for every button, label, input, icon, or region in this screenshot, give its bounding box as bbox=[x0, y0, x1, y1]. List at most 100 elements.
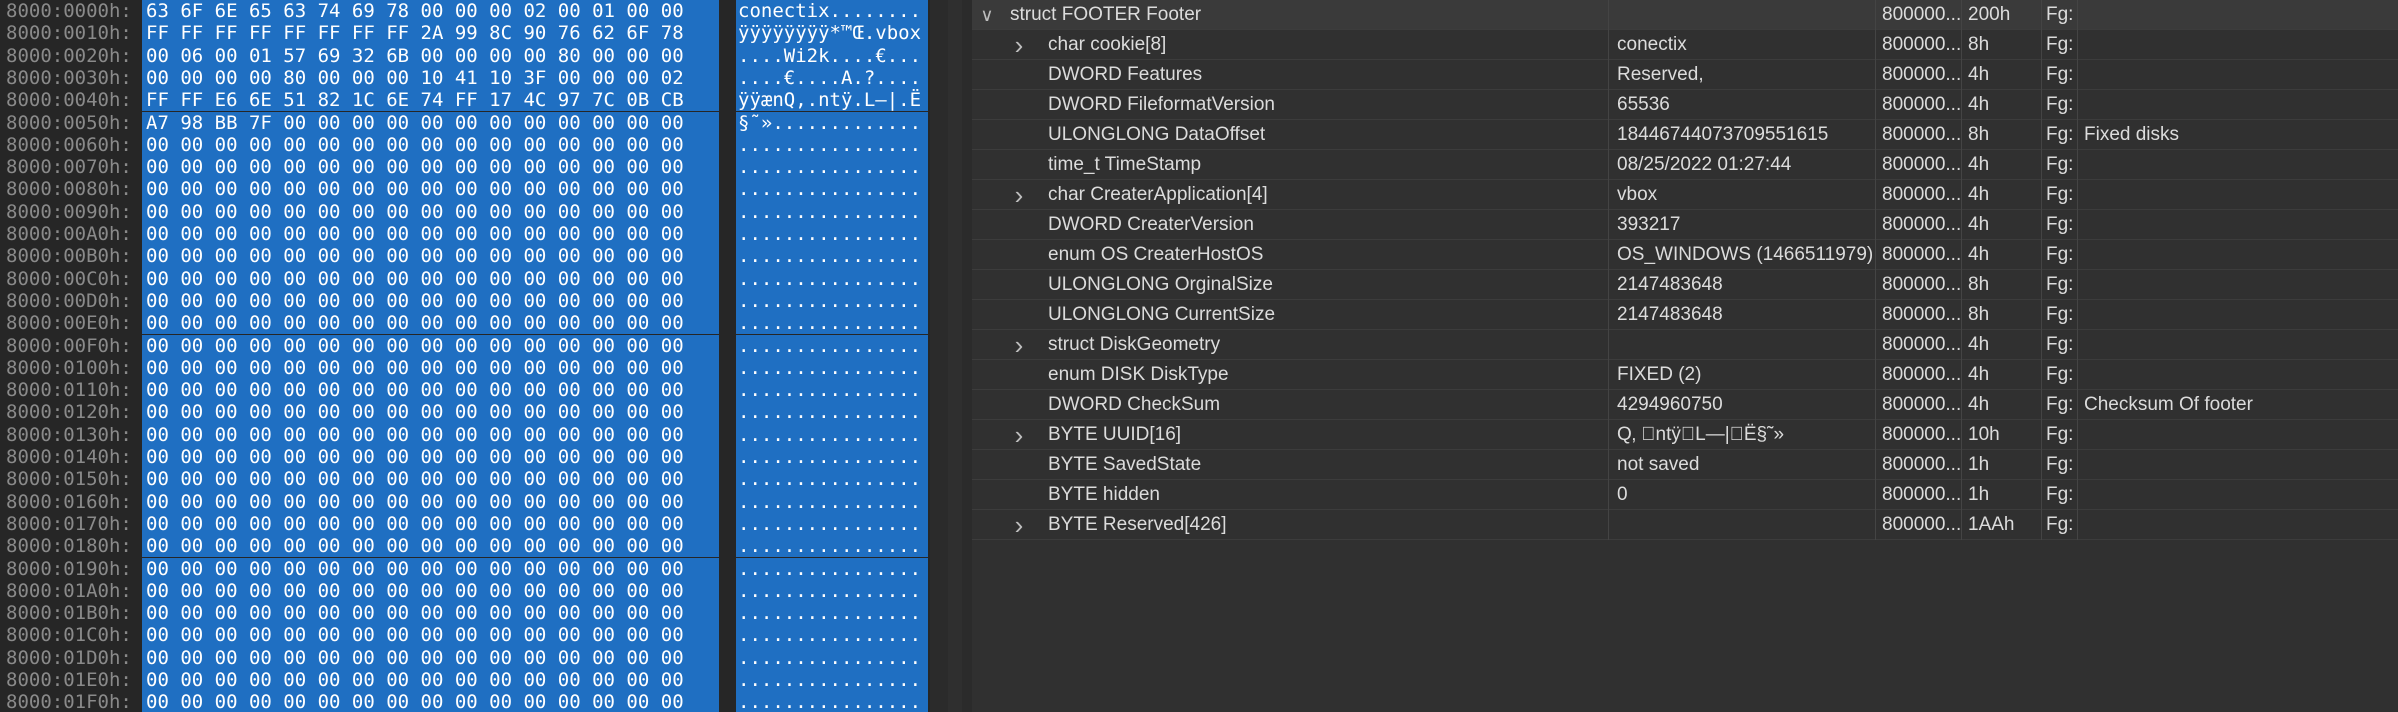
hex-ascii[interactable]: ................ bbox=[736, 579, 928, 603]
hex-row[interactable]: 8000:00D0h: 00 00 00 00 00 00 00 00 00 00… bbox=[0, 289, 930, 313]
hex-row[interactable]: 8000:0060h: 00 00 00 00 00 00 00 00 00 00… bbox=[0, 133, 930, 157]
hex-bytes[interactable]: 00 00 00 00 00 00 00 00 00 00 00 00 00 0… bbox=[142, 490, 719, 513]
hex-ascii[interactable]: conectix........ bbox=[736, 0, 928, 23]
hex-row[interactable]: 8000:0100h: 00 00 00 00 00 00 00 00 00 00… bbox=[0, 356, 930, 380]
hex-bytes[interactable]: 00 06 00 01 57 69 32 6B 00 00 00 00 80 0… bbox=[142, 44, 719, 67]
template-row[interactable]: › BYTE UUID[16] Q‚  ntÿ L—| Ë§˜» 800000... 1… bbox=[972, 420, 2398, 450]
hex-bytes[interactable]: 00 00 00 00 00 00 00 00 00 00 00 00 00 0… bbox=[142, 423, 719, 446]
template-row[interactable]: DWORD FileformatVersion 65536 800000... 4h F… bbox=[972, 90, 2398, 120]
chevron-right-icon[interactable]: › bbox=[1008, 330, 1030, 360]
hex-row[interactable]: 8000:00E0h: 00 00 00 00 00 00 00 00 00 00… bbox=[0, 312, 930, 335]
template-row[interactable]: DWORD CreaterVersion 393217 800000... 4h Fg: bbox=[972, 210, 2398, 240]
template-row[interactable]: › char cookie[8] conectix 800000... 8h Fg: bbox=[972, 30, 2398, 60]
hex-row[interactable]: 8000:0140h: 00 00 00 00 00 00 00 00 00 00… bbox=[0, 446, 930, 469]
hex-bytes[interactable]: 00 00 00 00 00 00 00 00 00 00 00 00 00 0… bbox=[142, 223, 719, 246]
hex-ascii[interactable]: ................ bbox=[736, 512, 928, 536]
hex-ascii[interactable]: ................ bbox=[736, 178, 928, 201]
hex-row[interactable]: 8000:0080h: 00 00 00 00 00 00 00 00 00 00… bbox=[0, 178, 930, 201]
hex-row[interactable]: 8000:01E0h: 00 00 00 00 00 00 00 00 00 00… bbox=[0, 669, 930, 692]
hex-bytes[interactable]: 00 00 00 00 00 00 00 00 00 00 00 00 00 0… bbox=[142, 512, 719, 536]
hex-bytes[interactable]: 00 00 00 00 00 00 00 00 00 00 00 00 00 0… bbox=[142, 312, 719, 335]
hex-ascii[interactable]: ................ bbox=[736, 646, 928, 669]
hex-row[interactable]: 8000:0110h: 00 00 00 00 00 00 00 00 00 00… bbox=[0, 379, 930, 402]
hex-row[interactable]: 8000:0120h: 00 00 00 00 00 00 00 00 00 00… bbox=[0, 401, 930, 424]
template-row[interactable]: BYTE hidden 0 800000... 1h Fg: bbox=[972, 480, 2398, 510]
hex-ascii[interactable]: ................ bbox=[736, 691, 928, 712]
hex-bytes[interactable]: 00 00 00 00 00 00 00 00 00 00 00 00 00 0… bbox=[142, 245, 719, 268]
template-row[interactable]: DWORD Features Reserved, 800000... 4h Fg: bbox=[972, 60, 2398, 90]
hex-row[interactable]: 8000:0190h: 00 00 00 00 00 00 00 00 00 00… bbox=[0, 557, 930, 580]
hex-bytes[interactable]: 00 00 00 00 00 00 00 00 00 00 00 00 00 0… bbox=[142, 289, 719, 313]
chevron-down-icon[interactable]: ∨ bbox=[976, 0, 998, 30]
hex-ascii[interactable]: ÿÿænQ‚.ntÿ.L—|.Ë bbox=[736, 89, 928, 112]
hex-row[interactable]: 8000:0150h: 00 00 00 00 00 00 00 00 00 00… bbox=[0, 468, 930, 491]
hex-row[interactable]: 8000:0170h: 00 00 00 00 00 00 00 00 00 00… bbox=[0, 512, 930, 536]
template-row[interactable]: › char CreaterApplication[4] vbox 800000...… bbox=[972, 180, 2398, 210]
hex-ascii[interactable]: ................ bbox=[736, 669, 928, 692]
hex-ascii[interactable]: ................ bbox=[736, 535, 928, 558]
hex-scrollbar[interactable] bbox=[948, 0, 962, 712]
hex-ascii[interactable]: ................ bbox=[736, 334, 928, 357]
hex-bytes[interactable]: 00 00 00 00 00 00 00 00 00 00 00 00 00 0… bbox=[142, 691, 719, 712]
hex-row[interactable]: 8000:0020h: 00 06 00 01 57 69 32 6B 00 00… bbox=[0, 44, 930, 67]
hex-bytes[interactable]: 00 00 00 00 00 00 00 00 00 00 00 00 00 0… bbox=[142, 401, 719, 424]
hex-ascii[interactable]: §˜»............. bbox=[736, 111, 928, 134]
template-row[interactable]: ULONGLONG OrginalSize 2147483648 800000...… bbox=[972, 270, 2398, 300]
hex-row[interactable]: 8000:00C0h: 00 00 00 00 00 00 00 00 00 00… bbox=[0, 267, 930, 290]
hex-ascii[interactable]: ................ bbox=[736, 468, 928, 491]
hex-bytes[interactable]: 00 00 00 00 00 00 00 00 00 00 00 00 00 0… bbox=[142, 267, 719, 290]
hex-ascii[interactable]: ....Wi2k....€... bbox=[736, 44, 928, 67]
hex-bytes[interactable]: 00 00 00 00 00 00 00 00 00 00 00 00 00 0… bbox=[142, 669, 719, 692]
hex-bytes[interactable]: 00 00 00 00 00 00 00 00 00 00 00 00 00 0… bbox=[142, 379, 719, 402]
hex-bytes[interactable]: 00 00 00 00 00 00 00 00 00 00 00 00 00 0… bbox=[142, 468, 719, 491]
hex-row[interactable]: 8000:0090h: 00 00 00 00 00 00 00 00 00 00… bbox=[0, 200, 930, 223]
hex-bytes[interactable]: 00 00 00 00 00 00 00 00 00 00 00 00 00 0… bbox=[142, 646, 719, 669]
hex-ascii[interactable]: ................ bbox=[736, 379, 928, 402]
hex-bytes[interactable]: 00 00 00 00 00 00 00 00 00 00 00 00 00 0… bbox=[142, 156, 719, 179]
template-row[interactable]: DWORD CheckSum 4294960750 800000... 4h Fg: Ch… bbox=[972, 390, 2398, 420]
hex-row[interactable]: 8000:0130h: 00 00 00 00 00 00 00 00 00 00… bbox=[0, 423, 930, 446]
hex-row[interactable]: 8000:01F0h: 00 00 00 00 00 00 00 00 00 00… bbox=[0, 691, 930, 712]
hex-row[interactable]: 8000:0040h: FF FF E6 6E 51 82 1C 6E 74 FF… bbox=[0, 89, 930, 112]
template-row[interactable]: ULONGLONG CurrentSize 2147483648 800000...… bbox=[972, 300, 2398, 330]
chevron-right-icon[interactable]: › bbox=[1008, 510, 1030, 540]
hex-row[interactable]: 8000:00A0h: 00 00 00 00 00 00 00 00 00 00… bbox=[0, 223, 930, 246]
chevron-right-icon[interactable]: › bbox=[1008, 180, 1030, 210]
hex-row[interactable]: 8000:0070h: 00 00 00 00 00 00 00 00 00 00… bbox=[0, 156, 930, 179]
hex-bytes[interactable]: 63 6F 6E 65 63 74 69 78 00 00 00 02 00 0… bbox=[142, 0, 719, 23]
hex-bytes[interactable]: 00 00 00 00 00 00 00 00 00 00 00 00 00 0… bbox=[142, 535, 719, 558]
chevron-right-icon[interactable]: › bbox=[1008, 420, 1030, 450]
hex-row[interactable]: 8000:0050h: A7 98 BB 7F 00 00 00 00 00 00… bbox=[0, 111, 930, 134]
hex-bytes[interactable]: 00 00 00 00 80 00 00 00 10 41 10 3F 00 0… bbox=[142, 66, 719, 90]
hex-row[interactable]: 8000:0010h: FF FF FF FF FF FF FF FF 2A 99… bbox=[0, 22, 930, 45]
template-row[interactable]: ULONGLONG DataOffset 18446744073709551615… bbox=[972, 120, 2398, 150]
hex-ascii[interactable]: ................ bbox=[736, 602, 928, 625]
hex-bytes[interactable]: 00 00 00 00 00 00 00 00 00 00 00 00 00 0… bbox=[142, 557, 719, 580]
hex-row[interactable]: 8000:0160h: 00 00 00 00 00 00 00 00 00 00… bbox=[0, 490, 930, 513]
hex-ascii[interactable]: ................ bbox=[736, 200, 928, 223]
hex-row[interactable]: 8000:01B0h: 00 00 00 00 00 00 00 00 00 00… bbox=[0, 602, 930, 625]
hex-row[interactable]: 8000:0000h: 63 6F 6E 65 63 74 69 78 00 00… bbox=[0, 0, 930, 23]
hex-bytes[interactable]: 00 00 00 00 00 00 00 00 00 00 00 00 00 0… bbox=[142, 624, 719, 647]
hex-bytes[interactable]: 00 00 00 00 00 00 00 00 00 00 00 00 00 0… bbox=[142, 446, 719, 469]
hex-row[interactable]: 8000:01D0h: 00 00 00 00 00 00 00 00 00 00… bbox=[0, 646, 930, 669]
hex-ascii[interactable]: ................ bbox=[736, 401, 928, 424]
hex-bytes[interactable]: A7 98 BB 7F 00 00 00 00 00 00 00 00 00 0… bbox=[142, 111, 719, 134]
hex-row[interactable]: 8000:01C0h: 00 00 00 00 00 00 00 00 00 00… bbox=[0, 624, 930, 647]
hex-ascii[interactable]: ................ bbox=[736, 223, 928, 246]
hex-ascii[interactable]: ................ bbox=[736, 133, 928, 157]
template-row[interactable]: › BYTE Reserved[426] 800000... 1AAh Fg: bbox=[972, 510, 2398, 540]
template-row[interactable]: time_t TimeStamp 08/25/2022 01:27:44 80000… bbox=[972, 150, 2398, 180]
template-row[interactable]: enum OS CreaterHostOS OS_WINDOWS (1466511… bbox=[972, 240, 2398, 270]
hex-bytes[interactable]: 00 00 00 00 00 00 00 00 00 00 00 00 00 0… bbox=[142, 579, 719, 603]
hex-ascii[interactable]: ................ bbox=[736, 312, 928, 335]
hex-row[interactable]: 8000:00B0h: 00 00 00 00 00 00 00 00 00 00… bbox=[0, 245, 930, 268]
hex-ascii[interactable]: ................ bbox=[736, 490, 928, 513]
hex-ascii[interactable]: ÿÿÿÿÿÿÿÿ*™Œ.vbox bbox=[736, 22, 928, 45]
template-row[interactable]: enum DISK DiskType FIXED (2) 800000... 4h Fg… bbox=[972, 360, 2398, 390]
hex-row[interactable]: 8000:0180h: 00 00 00 00 00 00 00 00 00 00… bbox=[0, 535, 930, 558]
hex-bytes[interactable]: 00 00 00 00 00 00 00 00 00 00 00 00 00 0… bbox=[142, 178, 719, 201]
hex-ascii[interactable]: ................ bbox=[736, 156, 928, 179]
hex-bytes[interactable]: 00 00 00 00 00 00 00 00 00 00 00 00 00 0… bbox=[142, 133, 719, 157]
hex-row[interactable]: 8000:0030h: 00 00 00 00 80 00 00 00 10 41… bbox=[0, 66, 930, 90]
